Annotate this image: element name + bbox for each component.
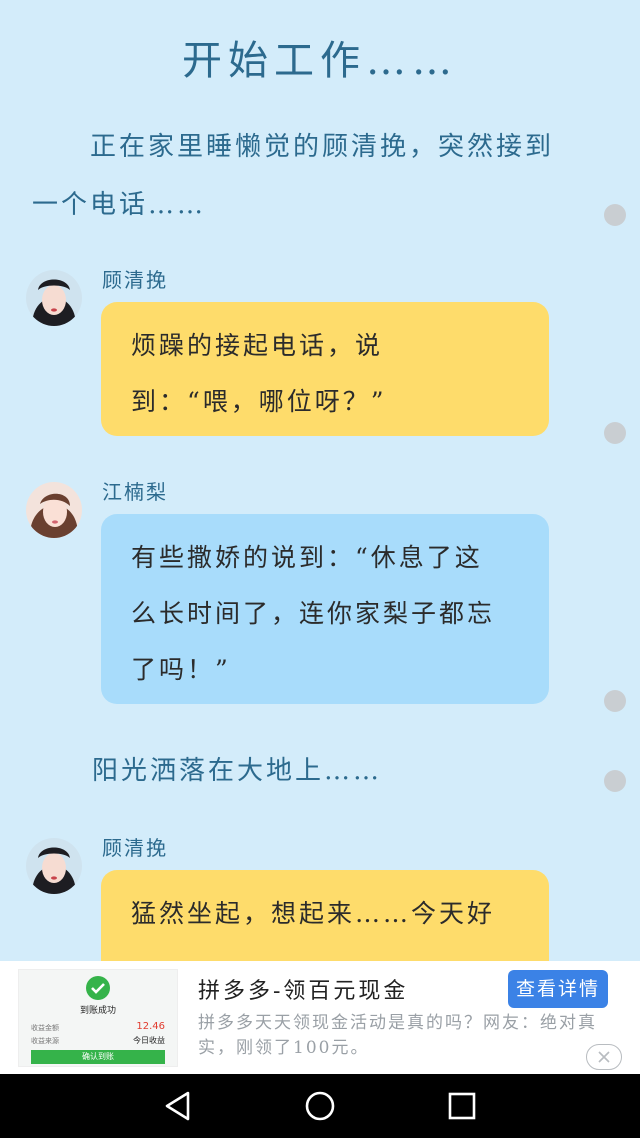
home-icon[interactable] <box>304 1090 336 1122</box>
checkmark-icon <box>86 976 110 1000</box>
avatar[interactable] <box>26 838 82 894</box>
narration-intro-line1: 正在家里睡懒觉的顾清挽，突然接到 <box>90 132 555 162</box>
narration-intro-line2: 一个电话…… <box>32 190 207 220</box>
ad-thumb-confirm-button: 确认到账 <box>31 1050 165 1064</box>
system-navigation-bar <box>0 1074 640 1138</box>
ad-thumb-row2-value: 今日收益 <box>133 1036 165 1045</box>
ad-thumb-status: 到账成功 <box>79 1006 116 1016</box>
ad-title[interactable]: 拼多多-领百元现金 <box>198 973 408 1005</box>
scroll-indicator-dot <box>604 770 626 792</box>
scroll-indicator-dot <box>604 204 626 226</box>
message-line: 到：“喂，哪位呀？” <box>131 387 387 416</box>
ad-thumb-row1-label: 收益金额 <box>31 1024 59 1032</box>
ad-details-button[interactable]: 查看详情 <box>508 970 608 1008</box>
message-bubble[interactable]: 有些撒娇的说到：“休息了这 么长时间了，连你家梨子都忘 了吗！” <box>101 514 549 704</box>
back-icon[interactable] <box>163 1090 193 1122</box>
narration-sunlight: 阳光洒落在大地上…… <box>92 756 383 786</box>
message-line: 么长时间了，连你家梨子都忘 <box>131 599 496 628</box>
scroll-indicator-dot <box>604 422 626 444</box>
avatar[interactable] <box>26 482 82 538</box>
ad-description[interactable]: 拼多多天天领现金活动是真的吗？网友：绝对真实，刚领了100元。 <box>198 1011 608 1061</box>
ad-thumbnail[interactable]: 到账成功 收益金额 12.46 收益来源 今日收益 确认到账 <box>18 969 178 1067</box>
message-line: 了吗！” <box>131 655 231 684</box>
page-title: 开始工作…… <box>182 38 458 84</box>
recents-icon[interactable] <box>448 1092 476 1120</box>
avatar[interactable] <box>26 270 82 326</box>
speaker-name: 江楠梨 <box>102 480 168 504</box>
message-line: 猛然坐起，想起来……今天好 <box>131 899 496 928</box>
message-line: 烦躁的接起电话，说 <box>131 331 384 360</box>
speaker-name: 顾清挽 <box>102 836 168 860</box>
ad-thumb-row1-value: 12.46 <box>136 1021 165 1032</box>
scroll-indicator-dot <box>604 690 626 712</box>
ad-banner[interactable]: 到账成功 收益金额 12.46 收益来源 今日收益 确认到账 拼多多-领百元现金… <box>0 961 640 1074</box>
message-bubble[interactable]: 烦躁的接起电话，说 到：“喂，哪位呀？” <box>101 302 549 436</box>
close-icon <box>598 1051 610 1063</box>
ad-thumb-row2-label: 收益来源 <box>31 1037 59 1045</box>
speaker-name: 顾清挽 <box>102 268 168 292</box>
message-line: 有些撒娇的说到：“休息了这 <box>131 543 483 572</box>
ad-close-button[interactable] <box>586 1044 622 1070</box>
